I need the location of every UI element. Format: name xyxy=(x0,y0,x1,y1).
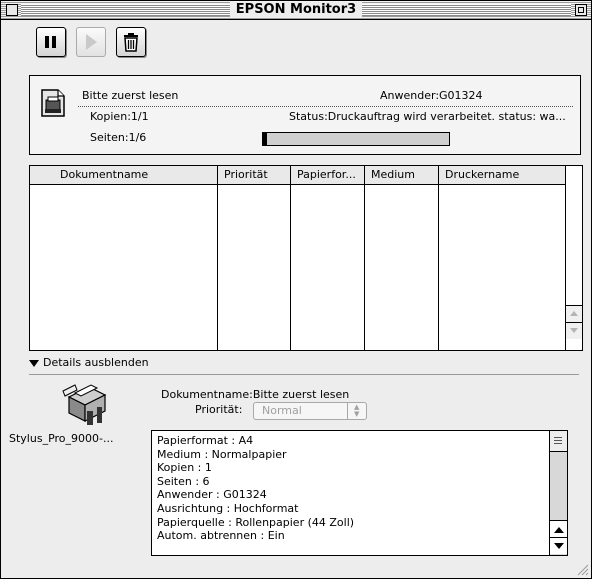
disclosure-triangle-icon xyxy=(29,359,39,367)
arrow-up-icon xyxy=(570,311,578,316)
stepper-arrows-icon: ▲ ▼ xyxy=(347,403,366,419)
properties-scroll-thumb[interactable] xyxy=(550,431,567,452)
table-scrollbar[interactable] xyxy=(565,166,582,350)
detail-document-label: Dokumentname xyxy=(161,388,250,401)
properties-scroll-down[interactable] xyxy=(550,537,567,554)
pages-value: 1/6 xyxy=(128,131,147,144)
job-user-value: G01324 xyxy=(439,89,483,102)
properties-scrollbar[interactable] xyxy=(549,431,567,555)
resize-grip-icon[interactable] xyxy=(575,562,589,576)
column-header-printer-name[interactable]: Druckername xyxy=(439,166,565,184)
pages-label: Seiten xyxy=(90,131,125,144)
priority-select-value: Normal xyxy=(262,404,302,417)
trash-icon xyxy=(124,33,138,52)
table-header: Dokumentname Priorität Papierfor... Medi… xyxy=(30,166,565,185)
monitor-window: EPSON Monitor3 Bitte zuerst lesen Anwend… xyxy=(0,0,592,579)
column-header-document[interactable]: Dokumentname xyxy=(30,166,218,184)
play-icon xyxy=(86,34,97,50)
details-divider xyxy=(29,374,579,375)
property-line: Seiten : 6 xyxy=(157,474,210,488)
column-header-priority[interactable]: Priorität xyxy=(218,166,291,184)
pause-icon xyxy=(45,36,49,48)
pause-button[interactable] xyxy=(36,27,66,57)
title-bar[interactable]: EPSON Monitor3 xyxy=(1,1,591,20)
copies-value: 1/1 xyxy=(130,110,149,123)
property-line: Medium : Normalpapier xyxy=(157,447,287,461)
priority-label: Priorität xyxy=(195,403,239,416)
printer-name: Stylus_Pro_9000-... xyxy=(9,432,114,445)
print-progress-fill xyxy=(263,133,267,145)
job-user-label: Anwender xyxy=(380,89,436,102)
printer-icon xyxy=(62,384,107,425)
details-toggle[interactable]: Details ausblenden xyxy=(29,356,149,370)
job-properties-list[interactable]: Papierformat : A4 Medium : Normalpapier … xyxy=(151,430,568,556)
column-header-paper-format[interactable]: Papierfor... xyxy=(291,166,365,184)
property-line: Autom. abtrennen : Ein xyxy=(157,529,285,543)
property-line: Papierformat : A4 xyxy=(157,434,254,447)
status-label: Status xyxy=(289,110,325,123)
column-header-medium[interactable]: Medium xyxy=(365,166,439,184)
table-scroll-down[interactable] xyxy=(566,322,582,339)
delete-button[interactable] xyxy=(116,27,146,57)
property-line: Kopien : 1 xyxy=(157,461,212,475)
detail-document-value: Bitte zuerst lesen xyxy=(252,388,350,401)
current-job-panel: Bitte zuerst lesen Anwender:G01324 Kopie… xyxy=(29,75,581,155)
job-divider xyxy=(78,106,573,107)
arrow-down-icon xyxy=(570,328,578,333)
property-line: Anwender : G01324 xyxy=(157,488,267,502)
properties-scroll-up[interactable] xyxy=(550,520,567,537)
job-document-name: Bitte zuerst lesen xyxy=(82,89,179,102)
print-progress-bar xyxy=(262,132,450,146)
property-line: Papierquelle : Rollenpapier (44 Zoll) xyxy=(157,515,355,529)
resume-button[interactable] xyxy=(76,27,106,57)
arrow-up-icon xyxy=(554,527,564,533)
table-scroll-up[interactable] xyxy=(566,305,582,322)
status-value: Druckauftrag wird verarbeitet. status: w… xyxy=(327,110,566,123)
zoom-box[interactable] xyxy=(575,4,587,16)
details-toggle-label: Details ausblenden xyxy=(43,356,149,369)
copies-label: Kopien xyxy=(90,110,128,123)
print-queue-table[interactable]: Dokumentname Priorität Papierfor... Medi… xyxy=(29,165,583,351)
document-printer-icon xyxy=(41,89,65,117)
property-line: Ausrichtung : Hochformat xyxy=(157,501,299,515)
priority-select[interactable]: Normal ▲ ▼ xyxy=(253,402,367,420)
arrow-down-icon xyxy=(554,543,564,549)
window-title: EPSON Monitor3 xyxy=(229,2,363,17)
